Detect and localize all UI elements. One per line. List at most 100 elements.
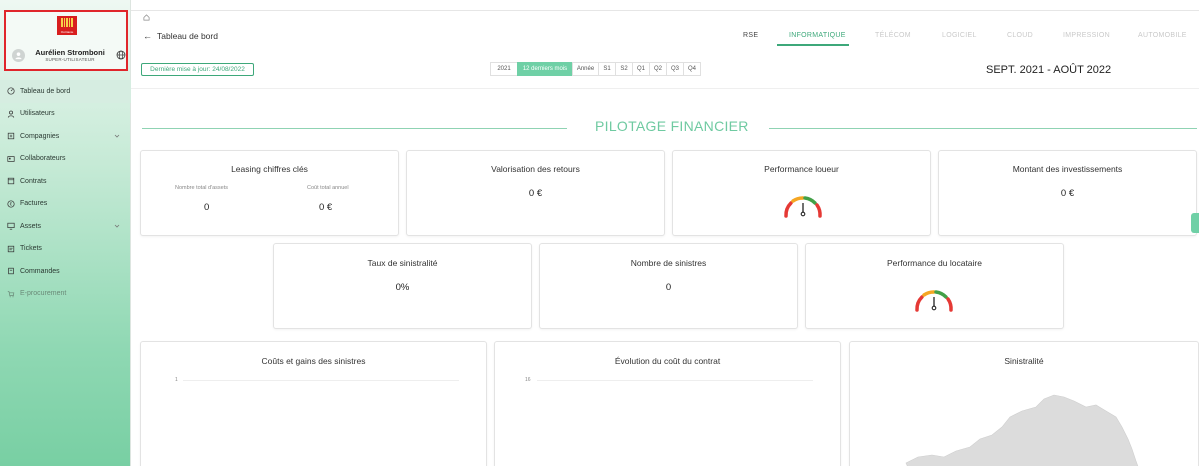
sidebar-item-contrats[interactable]: Contrats [0, 170, 131, 193]
sidebar-item-e-procurement[interactable]: E-procurement [0, 283, 131, 306]
annual-cost-label: Coût total annuel [307, 185, 349, 191]
period-q4[interactable]: Q4 [683, 62, 701, 76]
sidebar-item-label: Factures [20, 200, 48, 208]
period-2021[interactable]: 2021 [490, 62, 518, 76]
cart-icon [6, 289, 15, 298]
card-value: 0 [665, 282, 672, 293]
period-12-derniers-mois[interactable]: 12 derniers mois [517, 62, 573, 76]
sidebar-item-commandes[interactable]: Commandes [0, 260, 131, 283]
sidebar-item-label: Contrats [20, 177, 47, 185]
tab-logiciel[interactable]: LOGICIEL [942, 32, 977, 39]
card-evolution-cout: Évolution du coût du contrat 16 [494, 341, 841, 466]
sidebar-item-label: Tickets [20, 245, 42, 253]
period-annee[interactable]: Année [572, 62, 599, 76]
active-tab-indicator [777, 44, 849, 46]
chevron-down-icon [114, 224, 120, 228]
card-title: Montant des investissements [1012, 164, 1123, 174]
tab-telecom[interactable]: TÉLÉCOM [875, 32, 911, 39]
card-title: Valorisation des retours [491, 164, 580, 174]
building-icon [6, 132, 15, 141]
card-title: Nombre de sinistres [630, 258, 707, 268]
section-title-text: PILOTAGE FINANCIER [595, 118, 749, 134]
gauge-icon [915, 290, 953, 312]
sidebar-item-label: E-procurement [20, 290, 67, 298]
sidebar-item-assets[interactable]: Assets [0, 215, 131, 238]
contract-icon [6, 177, 15, 186]
sidebar-item-compagnies[interactable]: Compagnies [0, 125, 131, 148]
profile-box[interactable]: Occitanie Aurélien Stromboni SUPER-UTILI… [4, 10, 128, 71]
id-card-icon [6, 154, 15, 163]
order-icon [6, 267, 15, 276]
sidebar: Occitanie Aurélien Stromboni SUPER-UTILI… [0, 0, 131, 466]
card-title: Performance du locataire [887, 258, 982, 268]
card-performance-locataire: Performance du locataire [805, 243, 1064, 329]
card-title: Taux de sinistralité [367, 258, 438, 268]
france-map [905, 394, 1139, 466]
sidebar-item-tableau-de-bord[interactable]: Tableau de bord [0, 80, 131, 103]
tab-cloud[interactable]: CLOUD [1007, 32, 1033, 39]
section-line-left [142, 128, 567, 129]
card-taux-sinistralite: Taux de sinistralité 0% [273, 243, 532, 329]
main-content: ← Tableau de bord RSE INFORMATIQUE TÉLÉC… [131, 0, 1199, 466]
svg-text:€: € [9, 201, 12, 206]
ticket-icon [6, 244, 15, 253]
sidebar-item-tickets[interactable]: Tickets [0, 238, 131, 261]
category-tabs: RSE INFORMATIQUE TÉLÉCOM LOGICIEL CLOUD … [131, 32, 1199, 44]
assets-count-label: Nombre total d'assets [175, 185, 229, 191]
user-icon [6, 109, 15, 118]
occitanie-logo: Occitanie [57, 16, 77, 35]
invoice-icon: € [6, 199, 15, 208]
card-title: Coûts et gains des sinistres [261, 356, 366, 366]
grid-line [537, 380, 813, 381]
card-value: 0 € [528, 188, 543, 199]
sidebar-nav: Tableau de bord Utilisateurs Compagnies … [0, 80, 131, 305]
sidebar-item-utilisateurs[interactable]: Utilisateurs [0, 103, 131, 126]
section-line-right [769, 128, 1197, 129]
tab-impression[interactable]: IMPRESSION [1063, 32, 1110, 39]
period-q3[interactable]: Q3 [666, 62, 684, 76]
tab-rse[interactable]: RSE [743, 32, 758, 39]
card-retours: Valorisation des retours 0 € [406, 150, 665, 236]
card-investissements: Montant des investissements 0 € [938, 150, 1197, 236]
chevron-down-icon [114, 134, 120, 138]
sidebar-item-label: Utilisateurs [20, 110, 55, 118]
card-value: 0 € [1060, 188, 1075, 199]
user-name: Aurélien Stromboni [35, 48, 105, 57]
period-s2[interactable]: S2 [615, 62, 633, 76]
sidebar-item-label: Commandes [20, 267, 60, 275]
gauge-icon [784, 196, 822, 218]
card-performance-loueur: Performance loueur [672, 150, 931, 236]
app-root: Occitanie Aurélien Stromboni SUPER-UTILI… [0, 0, 1199, 466]
annual-cost-value: 0 € [319, 202, 333, 213]
card-title: Sinistralité [1004, 356, 1044, 366]
sidebar-item-label: Tableau de bord [20, 87, 71, 95]
axis-tick: 1 [175, 377, 178, 383]
sidebar-item-factures[interactable]: € Factures [0, 193, 131, 216]
date-range: SEPT. 2021 - AOÛT 2022 [986, 64, 1112, 76]
card-nombre-sinistres: Nombre de sinistres 0 [539, 243, 798, 329]
period-q2[interactable]: Q2 [649, 62, 667, 76]
dashboard-icon [6, 87, 15, 96]
sidebar-item-label: Collaborateurs [20, 155, 66, 163]
card-couts-gains: Coûts et gains des sinistres 1 [140, 341, 487, 466]
divider [131, 88, 1199, 89]
avatar [12, 49, 25, 62]
period-q1[interactable]: Q1 [632, 62, 650, 76]
grid-line [183, 380, 459, 381]
user-role: SUPER-UTILISATEUR [45, 57, 95, 62]
home-icon[interactable] [143, 14, 150, 21]
tab-automobile[interactable]: AUTOMOBILE [1138, 32, 1187, 39]
card-leasing: Leasing chiffres clés Nombre total d'ass… [140, 150, 399, 236]
sidebar-item-label: Compagnies [20, 132, 60, 140]
assets-count-value: 0 [204, 202, 210, 213]
period-s1[interactable]: S1 [598, 62, 616, 76]
card-title: Performance loueur [764, 164, 839, 174]
settings-side-tab[interactable] [1191, 213, 1199, 233]
tab-informatique[interactable]: INFORMATIQUE [789, 32, 846, 39]
card-value: 0% [395, 282, 410, 293]
axis-tick: 16 [525, 377, 531, 383]
sidebar-item-collaborateurs[interactable]: Collaborateurs [0, 148, 131, 171]
card-title: Leasing chiffres clés [231, 164, 308, 174]
logo-text: Occitanie [60, 30, 74, 34]
globe-icon[interactable] [116, 50, 126, 60]
